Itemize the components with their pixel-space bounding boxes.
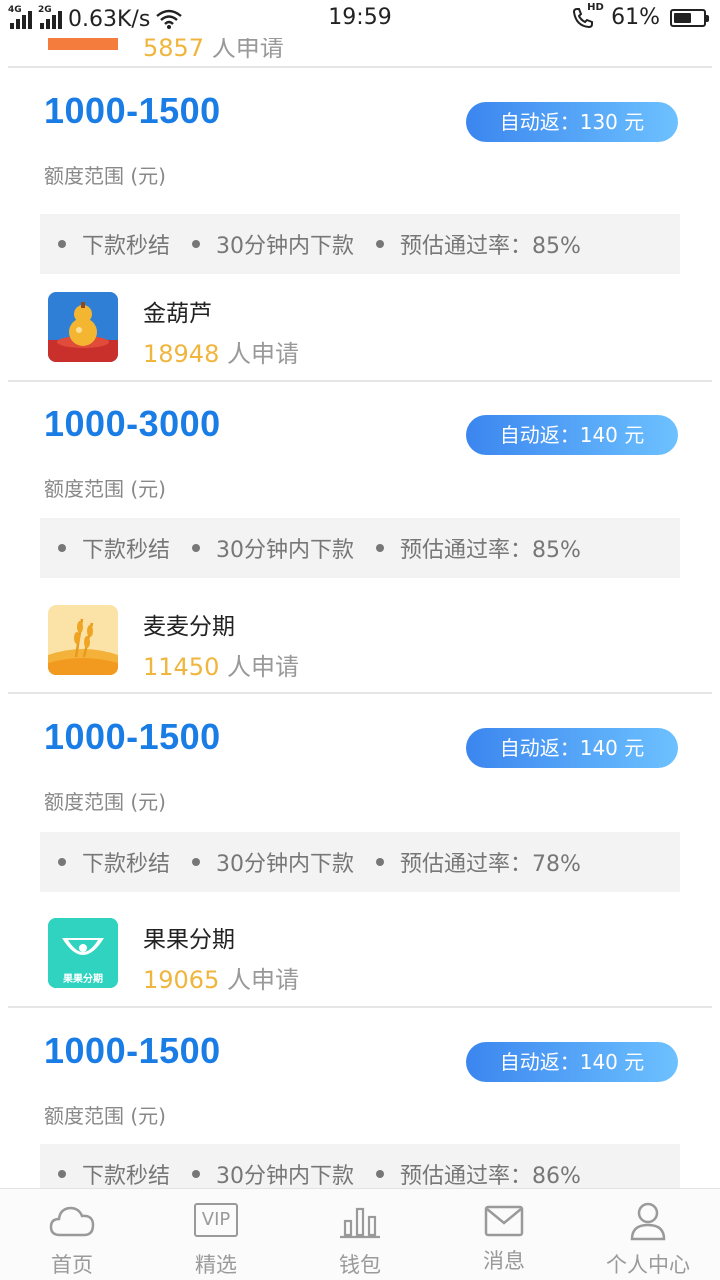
lender-name: 金葫芦: [143, 301, 212, 327]
lender-applicant-count: 18948 人申请: [143, 340, 299, 368]
bullet-icon: [58, 1170, 66, 1178]
tab-label: 精选: [195, 1253, 237, 1277]
feature-item: 预估通过率：86%: [376, 1158, 581, 1190]
hd-label: HD: [587, 1, 604, 13]
cashback-button[interactable]: 自动返：140 元: [466, 728, 678, 768]
vip-icon: VIP: [194, 1203, 238, 1237]
feature-item: 预估通过率：78%: [376, 846, 581, 878]
hd-call-icon: HD: [571, 2, 604, 30]
bottom-tab-bar: 首页 VIP 精选 钱包 消息 个人中心: [0, 1188, 720, 1280]
bar-chart-icon: [340, 1207, 380, 1239]
tab-home[interactable]: 首页: [0, 1189, 144, 1280]
feature-item: 30分钟内下款: [192, 846, 354, 878]
divider: [8, 1006, 712, 1008]
range-label: 额度范围 (元): [44, 164, 166, 188]
amount-range: 1000-1500: [44, 90, 221, 131]
lender-name: 果果分期: [143, 927, 235, 953]
cloud-icon: [49, 1206, 95, 1237]
bullet-icon: [192, 544, 201, 552]
feature-item: 预估通过率：85%: [376, 532, 581, 564]
cashback-button[interactable]: 自动返：140 元: [466, 415, 678, 455]
guoguo-app-icon: 果果分期: [48, 918, 118, 988]
tab-label: 首页: [51, 1253, 93, 1277]
feature-strip: 下款秒结 30分钟内下款 预估通过率：85%: [40, 214, 680, 274]
tab-label: 钱包: [339, 1253, 381, 1277]
feature-strip: 下款秒结 30分钟内下款 预估通过率：78%: [40, 832, 680, 892]
battery-percent: 61%: [611, 5, 660, 30]
bullet-icon: [192, 858, 201, 866]
bullet-icon: [376, 240, 385, 248]
divider: [8, 66, 712, 68]
feature-item: 预估通过率：85%: [376, 228, 581, 260]
feature-item: 下款秒结: [58, 1158, 170, 1190]
tab-featured[interactable]: VIP 精选: [144, 1189, 288, 1280]
bullet-icon: [192, 1170, 201, 1178]
bullet-icon: [192, 240, 201, 248]
lender-applicant-count: 19065 人申请: [143, 966, 299, 994]
bullet-icon: [58, 544, 66, 552]
cashback-button[interactable]: 自动返：130 元: [466, 102, 678, 142]
feature-item: 30分钟内下款: [192, 228, 354, 260]
feature-item: 下款秒结: [58, 846, 170, 878]
offer-card[interactable]: 1000-1500 自动返：140 元 额度范围 (元) 下款秒结 30分钟内下…: [0, 1030, 720, 1204]
battery-icon: [670, 8, 709, 27]
divider: [8, 692, 712, 694]
lender-row[interactable]: 果果分期 果果分期 19065 人申请: [0, 918, 720, 998]
person-icon: [630, 1202, 666, 1241]
feature-item: 30分钟内下款: [192, 532, 354, 564]
amount-range: 1000-1500: [44, 1030, 221, 1071]
range-label: 额度范围 (元): [44, 1104, 166, 1128]
guoguo-app-icon-text: 果果分期: [63, 974, 103, 985]
divider: [8, 380, 712, 382]
offer-card[interactable]: 1000-1500 自动返：140 元 额度范围 (元) 下款秒结 30分钟内下…: [0, 716, 720, 906]
tab-label: 个人中心: [606, 1253, 690, 1277]
gourd-app-icon: [48, 292, 118, 362]
offer-card[interactable]: 1000-3000 自动返：140 元 额度范围 (元) 下款秒结 30分钟内下…: [0, 403, 720, 593]
lender-row[interactable]: 金葫芦 18948 人申请: [0, 292, 720, 372]
tab-profile[interactable]: 个人中心: [576, 1189, 720, 1280]
tab-wallet[interactable]: 钱包: [288, 1189, 432, 1280]
tab-label: 消息: [483, 1249, 525, 1273]
feature-item: 下款秒结: [58, 532, 170, 564]
wheat-app-icon: [48, 605, 118, 675]
mail-icon: [484, 1205, 524, 1237]
amount-range: 1000-3000: [44, 403, 221, 444]
cashback-button[interactable]: 自动返：140 元: [466, 1042, 678, 1082]
bullet-icon: [58, 240, 66, 248]
feature-item: 30分钟内下款: [192, 1158, 354, 1190]
range-label: 额度范围 (元): [44, 790, 166, 814]
partial-app-icon: [48, 38, 118, 50]
tab-messages[interactable]: 消息: [432, 1189, 576, 1280]
bullet-icon: [376, 544, 385, 552]
bullet-icon: [376, 858, 385, 866]
range-label: 额度范围 (元): [44, 477, 166, 501]
lender-applicant-count: 11450 人申请: [143, 653, 299, 681]
offer-card[interactable]: 1000-1500 自动返：130 元 额度范围 (元) 下款秒结 30分钟内下…: [0, 90, 720, 280]
bullet-icon: [376, 1170, 385, 1178]
lender-name: 麦麦分期: [143, 614, 235, 640]
bullet-icon: [58, 858, 66, 866]
status-bar: 4G 2G 0.63K/s 19:59 HD 61%: [0, 0, 720, 38]
feature-item: 下款秒结: [58, 228, 170, 260]
lender-row[interactable]: 麦麦分期 11450 人申请: [0, 605, 720, 685]
feature-strip: 下款秒结 30分钟内下款 预估通过率：85%: [40, 518, 680, 578]
amount-range: 1000-1500: [44, 716, 221, 757]
